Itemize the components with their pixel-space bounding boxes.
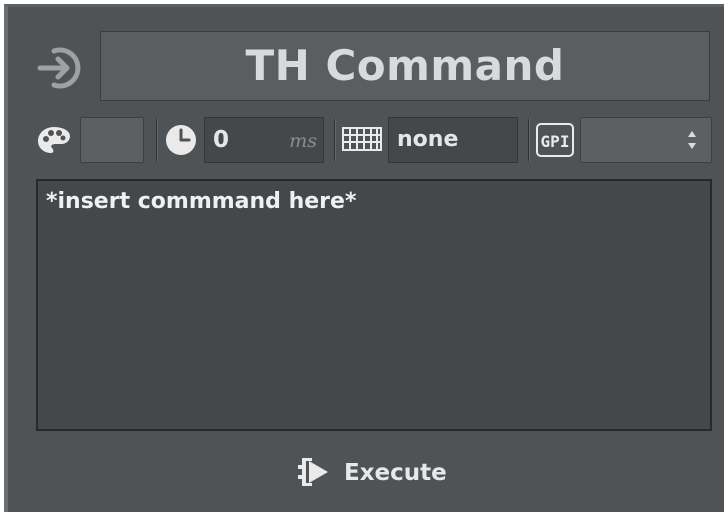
duration-value: 0 xyxy=(213,127,230,153)
title-row: TH Command xyxy=(36,31,716,101)
clock-icon xyxy=(164,123,198,161)
duration-unit: ms xyxy=(289,130,317,152)
palette-icon xyxy=(36,125,72,159)
input-arrow-icon xyxy=(36,41,90,95)
gpi-icon-label: GPI xyxy=(541,132,570,151)
color-picker-button[interactable] xyxy=(80,117,144,163)
duration-input[interactable]: 0 ms xyxy=(204,117,324,163)
toolbar-divider xyxy=(334,119,336,161)
toolbar-divider xyxy=(156,119,158,161)
command-textarea[interactable]: *insert commmand here* xyxy=(36,179,712,431)
gpi-select[interactable] xyxy=(580,117,712,163)
toolbar-divider xyxy=(528,119,530,161)
toolbar: 0 ms none GPI xyxy=(36,115,716,167)
command-title-field[interactable]: TH Command xyxy=(100,31,710,101)
hotkey-field[interactable]: none xyxy=(388,117,518,163)
keyboard-icon xyxy=(342,127,382,155)
th-command-panel: TH Command 0 ms none GPI *insert commman… xyxy=(4,4,724,512)
gpi-icon: GPI xyxy=(536,123,574,161)
execute-button[interactable]: Execute xyxy=(298,453,448,493)
execute-label: Execute xyxy=(344,460,447,486)
execute-play-icon xyxy=(298,455,332,489)
select-arrows-icon xyxy=(688,131,696,149)
